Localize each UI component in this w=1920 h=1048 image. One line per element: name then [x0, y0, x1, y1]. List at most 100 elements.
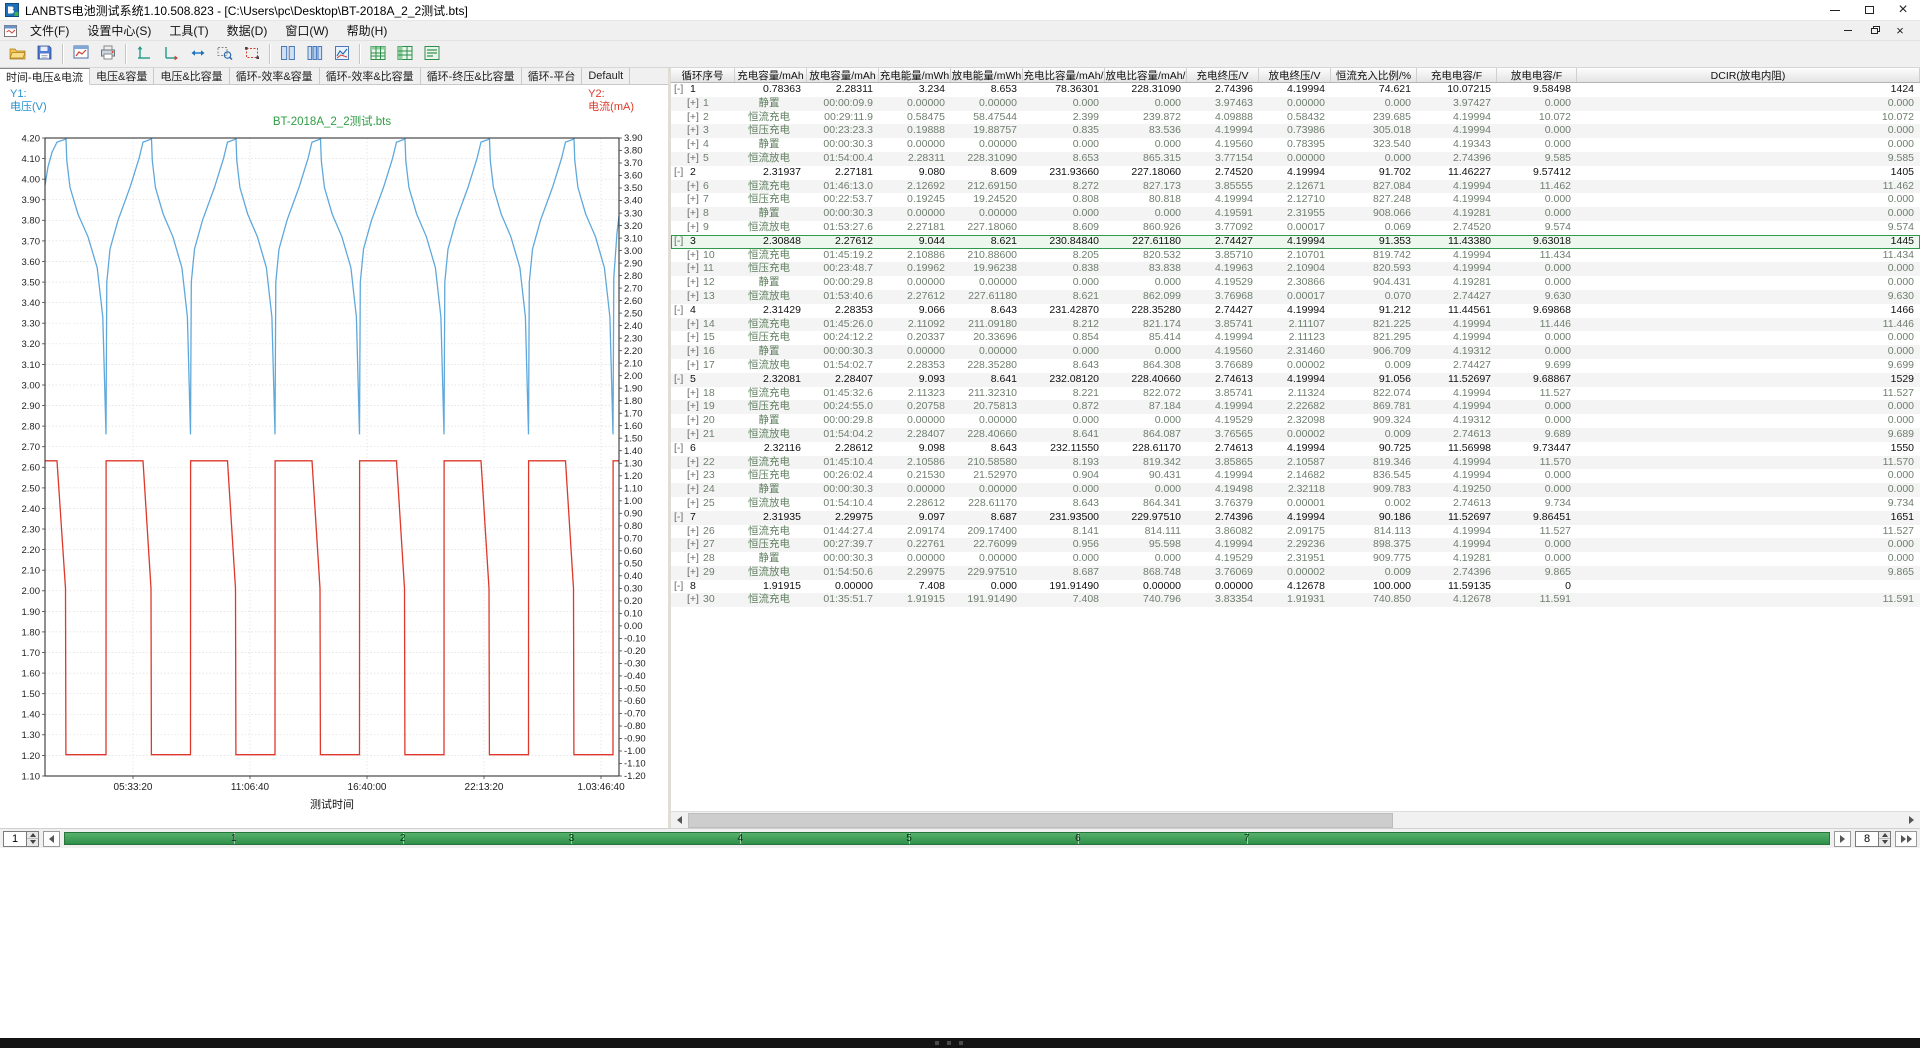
- step-row[interactable]: [+]16静置00:00:30.30.000000.000000.0000.00…: [671, 345, 1920, 359]
- step-row[interactable]: [+]25恒流放电01:54:10.42.28612228.611708.643…: [671, 497, 1920, 511]
- column-header-8[interactable]: 放电终压/V: [1259, 68, 1331, 82]
- step-row[interactable]: [+]19恒压充电00:24:55.00.2075820.758130.8728…: [671, 400, 1920, 414]
- expand-toggle-icon[interactable]: [+]: [687, 207, 703, 221]
- column-header-6[interactable]: 放电比容量/mAh/: [1105, 68, 1187, 82]
- chart-window-button[interactable]: [67, 42, 94, 66]
- menu-item-4[interactable]: 窗口(W): [276, 20, 337, 41]
- cycle-row[interactable]: [-]81.919150.000007.4080.000191.914900.0…: [671, 580, 1920, 594]
- pan-horizontal-button[interactable]: [184, 42, 211, 66]
- step-row[interactable]: [+]29恒流放电01:54:50.62.29975229.975108.687…: [671, 566, 1920, 580]
- column-header-2[interactable]: 放电容量/mAh: [807, 68, 879, 82]
- expand-toggle-icon[interactable]: [+]: [687, 525, 703, 539]
- expand-toggle-icon[interactable]: [+]: [687, 414, 703, 428]
- table-view-button[interactable]: [364, 42, 391, 66]
- scroll-right-button[interactable]: [1903, 812, 1920, 829]
- column-header-0[interactable]: 循环序号: [671, 68, 735, 82]
- chart-tab-3[interactable]: 循环-效率&容量: [230, 68, 320, 84]
- expand-toggle-icon[interactable]: [-]: [674, 235, 690, 249]
- column-header-12[interactable]: DCIR(放电内阻): [1577, 68, 1920, 82]
- column-header-1[interactable]: 充电容量/mAh: [735, 68, 807, 82]
- expand-toggle-icon[interactable]: [+]: [687, 428, 703, 442]
- step-row[interactable]: [+]27恒压充电00:27:39.70.2276122.760990.9569…: [671, 538, 1920, 552]
- table-grid-button[interactable]: [391, 42, 418, 66]
- zoom-box-button[interactable]: [211, 42, 238, 66]
- save-button[interactable]: [31, 42, 58, 66]
- start-cycle-spinner[interactable]: 1: [3, 831, 39, 847]
- chart-tab-0[interactable]: 时间-电压&电流: [0, 68, 90, 85]
- expand-toggle-icon[interactable]: [-]: [674, 442, 690, 456]
- expand-toggle-icon[interactable]: [+]: [687, 97, 703, 111]
- table-horizontal-scrollbar[interactable]: [671, 811, 1920, 828]
- expand-toggle-icon[interactable]: [-]: [674, 373, 690, 387]
- step-row[interactable]: [+]4静置00:00:30.30.000000.000000.0000.000…: [671, 138, 1920, 152]
- step-row[interactable]: [+]6恒流充电01:46:13.02.12692212.691508.2728…: [671, 180, 1920, 194]
- expand-toggle-icon[interactable]: [+]: [687, 152, 703, 166]
- expand-toggle-icon[interactable]: [-]: [674, 83, 690, 97]
- expand-toggle-icon[interactable]: [-]: [674, 511, 690, 525]
- expand-toggle-icon[interactable]: [+]: [687, 497, 703, 511]
- cycle-range-bar[interactable]: 1234567: [64, 832, 1830, 845]
- expand-toggle-icon[interactable]: [+]: [687, 552, 703, 566]
- expand-toggle-icon[interactable]: [+]: [687, 345, 703, 359]
- cycle-row[interactable]: [-]22.319372.271819.0808.609231.93660227…: [671, 166, 1920, 180]
- column-header-10[interactable]: 充电电容/F: [1417, 68, 1497, 82]
- cycle-row[interactable]: [-]32.308482.276129.0448.621230.84840227…: [671, 235, 1920, 249]
- step-row[interactable]: [+]12静置00:00:29.80.000000.000000.0000.00…: [671, 276, 1920, 290]
- cycle-row[interactable]: [-]42.314292.283539.0668.643231.42870228…: [671, 304, 1920, 318]
- cycle-row[interactable]: [-]72.319352.299759.0978.687231.93500229…: [671, 511, 1920, 525]
- step-row[interactable]: [+]1静置00:00:09.90.000000.000000.0000.000…: [671, 97, 1920, 111]
- expand-toggle-icon[interactable]: [+]: [687, 262, 703, 276]
- scroll-left-button[interactable]: [671, 812, 688, 829]
- column-header-7[interactable]: 充电终压/V: [1187, 68, 1259, 82]
- close-button[interactable]: [1886, 0, 1920, 20]
- expand-toggle-icon[interactable]: [-]: [674, 166, 690, 180]
- expand-toggle-icon[interactable]: [+]: [687, 124, 703, 138]
- cycle-row[interactable]: [-]10.783632.283113.2348.65378.36301228.…: [671, 83, 1920, 97]
- next-cycle-button[interactable]: [1834, 831, 1851, 847]
- menu-item-3[interactable]: 数据(D): [218, 20, 277, 41]
- step-row[interactable]: [+]11恒压充电00:23:48.70.1996219.962380.8388…: [671, 262, 1920, 276]
- maximize-button[interactable]: [1852, 0, 1886, 20]
- chart-tab-7[interactable]: Default: [582, 68, 630, 84]
- menu-item-1[interactable]: 设置中心(S): [78, 20, 160, 41]
- chart-container[interactable]: BT-2018A_2_2测试.bts 4.204.104.003.903.803…: [5, 112, 665, 814]
- axis-y-tool-button[interactable]: [130, 42, 157, 66]
- axis-x-tool-button[interactable]: [157, 42, 184, 66]
- menu-item-5[interactable]: 帮助(H): [338, 20, 397, 41]
- step-row[interactable]: [+]20静置00:00:29.80.000000.000000.0000.00…: [671, 414, 1920, 428]
- step-row[interactable]: [+]3恒压充电00:23:23.30.1988819.887570.83583…: [671, 124, 1920, 138]
- expand-toggle-icon[interactable]: [+]: [687, 387, 703, 401]
- last-cycle-button[interactable]: [1895, 831, 1917, 847]
- child-restore-button[interactable]: [1866, 24, 1882, 38]
- step-row[interactable]: [+]17恒流放电01:54:02.72.28353228.352808.643…: [671, 359, 1920, 373]
- scrollbar-track[interactable]: [688, 812, 1903, 829]
- print-button[interactable]: [94, 42, 121, 66]
- spin-down-button[interactable]: [27, 838, 38, 846]
- chart-tab-6[interactable]: 循环-平台: [522, 68, 583, 84]
- expand-toggle-icon[interactable]: [+]: [687, 180, 703, 194]
- expand-toggle-icon[interactable]: [+]: [687, 193, 703, 207]
- expand-toggle-icon[interactable]: [+]: [687, 331, 703, 345]
- expand-toggle-icon[interactable]: [+]: [687, 290, 703, 304]
- menu-item-0[interactable]: 文件(F): [21, 20, 78, 41]
- expand-toggle-icon[interactable]: [-]: [674, 580, 690, 594]
- cycle-row[interactable]: [-]52.320812.284079.0938.641232.08120228…: [671, 373, 1920, 387]
- column-header-11[interactable]: 放电电容/F: [1497, 68, 1577, 82]
- expand-toggle-icon[interactable]: [+]: [687, 483, 703, 497]
- select-region-button[interactable]: [238, 42, 265, 66]
- child-minimize-button[interactable]: [1840, 24, 1856, 38]
- expand-toggle-icon[interactable]: [+]: [687, 566, 703, 580]
- minimize-button[interactable]: [1818, 0, 1852, 20]
- expand-toggle-icon[interactable]: [+]: [687, 276, 703, 290]
- step-row[interactable]: [+]24静置00:00:30.30.000000.000000.0000.00…: [671, 483, 1920, 497]
- expand-toggle-icon[interactable]: [+]: [687, 593, 703, 607]
- step-row[interactable]: [+]15恒压充电00:24:12.20.2033720.336960.8548…: [671, 331, 1920, 345]
- step-row[interactable]: [+]8静置00:00:30.30.000000.000000.0000.000…: [671, 207, 1920, 221]
- expand-toggle-icon[interactable]: [+]: [687, 538, 703, 552]
- step-row[interactable]: [+]7恒压充电00:22:53.70.1924519.245200.80880…: [671, 193, 1920, 207]
- table-export-button[interactable]: [418, 42, 445, 66]
- chart-tab-2[interactable]: 电压&比容量: [154, 68, 229, 84]
- step-row[interactable]: [+]2恒流充电00:29:11.90.5847558.475442.39923…: [671, 111, 1920, 125]
- spin-down-button[interactable]: [1879, 838, 1890, 846]
- chart-tab-1[interactable]: 电压&容量: [90, 68, 154, 84]
